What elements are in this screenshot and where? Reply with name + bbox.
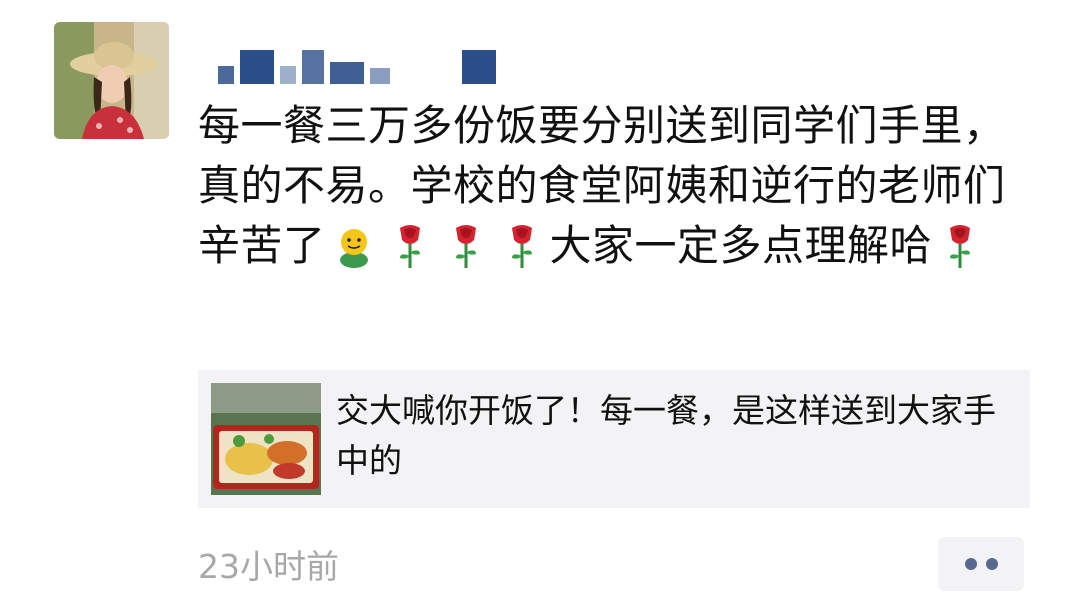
avatar-photo <box>54 22 169 139</box>
post-timestamp: 23小时前 <box>198 547 339 586</box>
post-text-part2: 大家一定多点理解哈 <box>549 221 933 270</box>
rose-icon <box>455 225 476 268</box>
avatar[interactable] <box>54 22 169 139</box>
smile-icon <box>339 229 368 268</box>
rose-icon <box>950 225 971 268</box>
more-icon-dot <box>985 558 998 570</box>
rose-icon <box>399 225 420 268</box>
link-title: 交大喊你开饭了！每一餐，是这样送到大家手中的 <box>336 391 996 480</box>
post-text: 每一餐三万多份饭要分别送到同学们手里，真的不易。学校的食堂阿姨和逆行的老师们辛苦… <box>198 96 1038 276</box>
food-box-photo <box>211 383 321 495</box>
author-name[interactable] <box>218 38 528 84</box>
rose-icon <box>511 225 532 268</box>
more-icon <box>964 558 977 570</box>
link-thumbnail <box>211 383 321 495</box>
more-button[interactable] <box>938 537 1024 591</box>
link-card[interactable]: 交大喊你开饭了！每一餐，是这样送到大家手中的 <box>198 370 1030 508</box>
